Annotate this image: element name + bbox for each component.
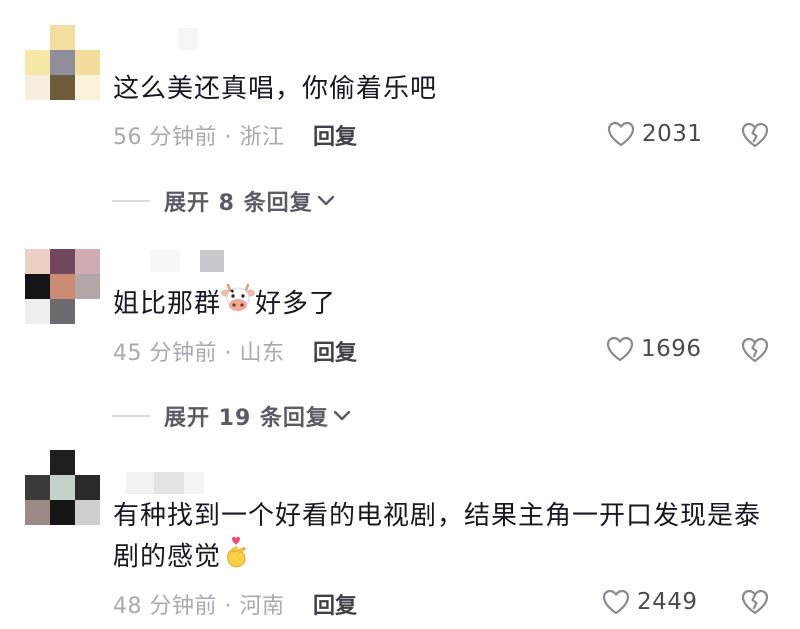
expand-replies-label: 展开 19 条回复 <box>164 406 329 431</box>
chevron-down-icon <box>317 195 334 206</box>
avatar-pixel <box>75 50 100 75</box>
like-button[interactable]: 1696 <box>605 333 725 365</box>
avatar-pixel <box>50 75 75 100</box>
expand-replies-button[interactable]: 展开 8 条回复 <box>112 185 335 217</box>
avatar-pixel <box>75 274 100 299</box>
comment-meta: 56 分钟前 · 浙江 <box>113 125 285 150</box>
comment-meta: 45 分钟前 · 山东 <box>113 341 285 366</box>
username-blurred[interactable] <box>118 250 224 272</box>
avatar-pixel <box>50 25 75 50</box>
avatar-pixel <box>50 274 75 299</box>
reply-button[interactable]: 回复 <box>313 335 357 367</box>
cow-face-icon <box>221 283 256 325</box>
avatar-pixel <box>25 25 50 50</box>
expand-replies-label: 展开 8 条回复 <box>164 191 313 216</box>
avatar[interactable] <box>25 25 100 100</box>
avatar-pixel <box>50 50 75 75</box>
comment-text: 姐比那群 好多了 <box>113 283 783 325</box>
expand-replies-button[interactable]: 展开 19 条回复 <box>112 400 351 432</box>
avatar-pixel <box>25 75 50 100</box>
avatar-pixel <box>25 450 50 475</box>
broken-heart-icon[interactable] <box>740 587 770 617</box>
avatar-pixel <box>75 450 100 475</box>
avatar-pixel <box>25 50 50 75</box>
avatar-pixel <box>75 75 100 100</box>
username-blurred[interactable] <box>118 472 204 494</box>
expand-divider <box>112 415 150 417</box>
avatar-pixel <box>75 249 100 274</box>
comment-text-part: 姐比那群 <box>113 289 222 319</box>
avatar-pixel <box>50 299 75 324</box>
heart-hands-icon <box>223 535 249 580</box>
comment-text: 这么美还真唱，你偷着乐吧 <box>113 74 438 104</box>
like-button[interactable]: 2449 <box>601 586 721 618</box>
like-button[interactable]: 2031 <box>606 118 726 150</box>
like-count: 2449 <box>637 589 698 615</box>
avatar-pixel <box>50 249 75 274</box>
avatar-pixel <box>25 500 50 525</box>
avatar-pixel <box>75 25 100 50</box>
heart-icon <box>606 336 634 362</box>
avatar[interactable] <box>25 450 100 525</box>
comment-text-part: 有种找到一个好看的电视剧，结果主角一开口发现是泰剧的感觉 <box>113 501 762 572</box>
heart-icon <box>602 589 630 615</box>
broken-heart-icon[interactable] <box>740 335 770 365</box>
comment-text-part: 好多了 <box>255 289 337 319</box>
username-blurred[interactable] <box>118 28 198 50</box>
avatar-pixel <box>25 475 50 500</box>
heart-icon <box>607 121 635 147</box>
avatar-pixel <box>25 274 50 299</box>
avatar-pixel <box>50 500 75 525</box>
comment-text: 有种找到一个好看的电视剧，结果主角一开口发现是泰剧的感觉 <box>113 497 783 580</box>
like-count: 2031 <box>642 121 703 147</box>
avatar-pixel <box>50 450 75 475</box>
reply-button[interactable]: 回复 <box>313 119 357 151</box>
avatar[interactable] <box>25 249 100 324</box>
avatar-pixel <box>75 475 100 500</box>
avatar-pixel <box>25 249 50 274</box>
chevron-down-icon <box>333 410 351 421</box>
reply-button[interactable]: 回复 <box>313 588 357 620</box>
broken-heart-icon[interactable] <box>740 120 770 150</box>
like-count: 1696 <box>641 336 702 362</box>
avatar-pixel <box>50 475 75 500</box>
avatar-pixel <box>25 299 50 324</box>
expand-divider <box>112 200 150 202</box>
avatar-pixel <box>75 500 100 525</box>
comment-meta: 48 分钟前 · 河南 <box>113 594 285 619</box>
avatar-pixel <box>75 299 100 324</box>
